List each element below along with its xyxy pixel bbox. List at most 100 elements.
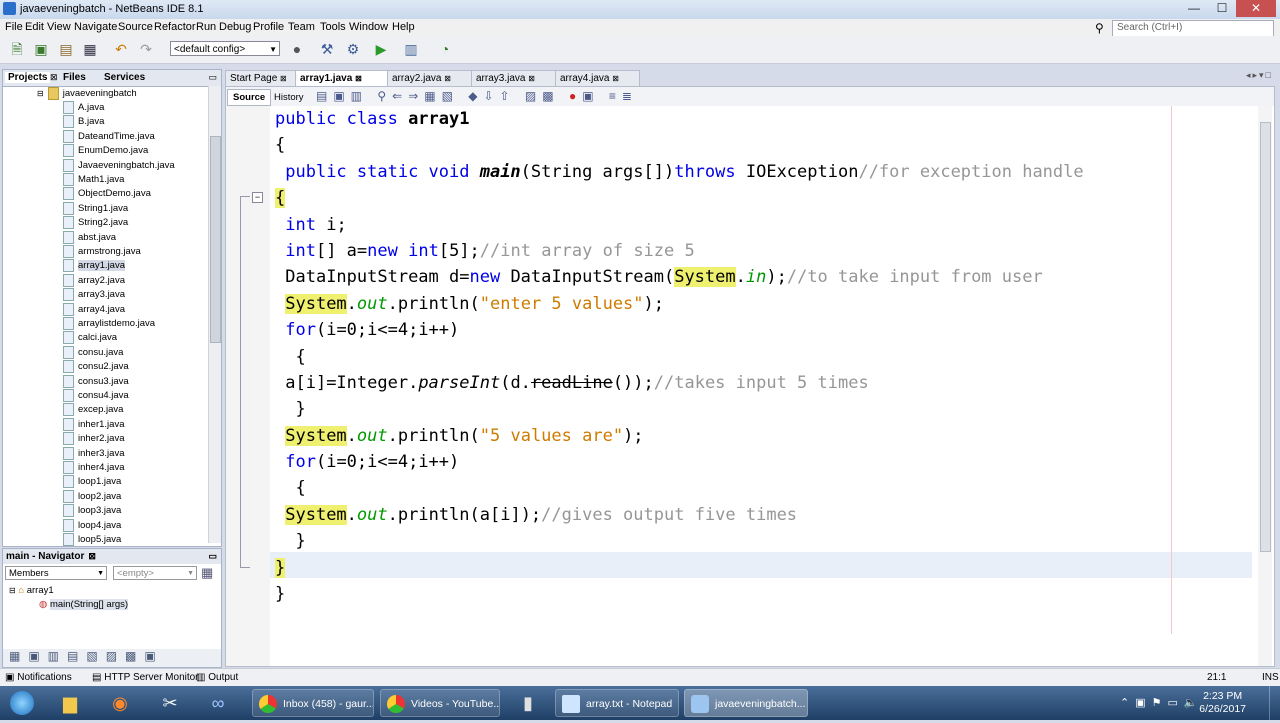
menu-team[interactable]: Team bbox=[288, 21, 315, 33]
file-item[interactable]: consu2.java bbox=[63, 360, 129, 374]
globe-icon[interactable]: ● bbox=[288, 41, 306, 58]
close-tab-icon[interactable]: ⊠ bbox=[88, 551, 96, 561]
undo-icon[interactable]: ↶ bbox=[112, 41, 130, 58]
file-explorer-icon[interactable]: ▆ bbox=[50, 689, 90, 717]
system-clock[interactable]: 2:23 PM 6/26/2017 bbox=[1199, 690, 1246, 716]
file-item[interactable]: Math1.java bbox=[63, 173, 124, 186]
tab-files[interactable]: Files bbox=[63, 72, 86, 83]
file-item[interactable]: ObjectDemo.java bbox=[63, 187, 151, 201]
tab-start-page[interactable]: Start Page ⊠ bbox=[225, 70, 301, 86]
show-desktop-button[interactable] bbox=[1269, 686, 1280, 720]
file-item[interactable]: String2.java bbox=[63, 216, 128, 230]
task-chrome-youtube[interactable]: Videos - YouTube... bbox=[380, 689, 500, 717]
profile-icon[interactable]: ◔ bbox=[436, 41, 454, 58]
file-item[interactable]: Javaeveningbatch.java bbox=[63, 158, 175, 172]
file-item[interactable]: array3.java bbox=[63, 288, 125, 302]
file-item[interactable]: array1.java bbox=[63, 259, 125, 273]
tab-array4[interactable]: array4.java ⊠ bbox=[555, 70, 640, 86]
task-chrome-inbox[interactable]: Inbox (458) - gaur... bbox=[252, 689, 374, 717]
output-tab[interactable]: ▥ Output bbox=[196, 672, 238, 683]
file-item[interactable]: array4.java bbox=[63, 302, 125, 316]
stop-macro-icon[interactable]: ● bbox=[569, 89, 582, 103]
minimize-button[interactable]: — bbox=[1180, 0, 1208, 17]
scroll-thumb[interactable] bbox=[210, 136, 221, 343]
tab-nav-arrows-icon[interactable]: ◂▸▾□ bbox=[1246, 70, 1273, 81]
code-editor[interactable]: − public class array1 { public static voi… bbox=[225, 106, 1275, 667]
file-item[interactable]: array2.java bbox=[63, 273, 125, 287]
tray-icons[interactable]: ⌃▣⚑▭🔈 bbox=[1120, 696, 1204, 709]
file-item[interactable]: inher2.java bbox=[63, 432, 124, 446]
run-icon[interactable]: ▶ bbox=[372, 41, 390, 58]
editor-actions-icons[interactable]: ▤▣▥ ⚲⇐⇒▦▧ ◆⇩⇧ ▨▩ ●▣ ≡≣ bbox=[316, 89, 638, 103]
source-button[interactable]: Source bbox=[227, 89, 272, 106]
tab-array1[interactable]: array1.java ⊠ bbox=[295, 70, 390, 86]
tab-services[interactable]: Services bbox=[104, 72, 145, 83]
notifications-tab[interactable]: ▣ Notifications bbox=[5, 672, 72, 683]
menu-refactor[interactable]: Refactor bbox=[154, 21, 196, 33]
file-item[interactable]: loop2.java bbox=[63, 489, 121, 503]
app-pin-icon[interactable]: ▮ bbox=[508, 689, 548, 717]
menu-help[interactable]: Help bbox=[392, 21, 415, 33]
file-item[interactable]: inher1.java bbox=[63, 417, 124, 431]
file-item[interactable]: consu4.java bbox=[63, 389, 129, 402]
redo-icon[interactable]: ↷ bbox=[137, 41, 155, 58]
menu-view[interactable]: View bbox=[47, 21, 71, 33]
close-tab-icon[interactable]: ⊠ bbox=[528, 74, 535, 83]
menu-source[interactable]: Source bbox=[118, 21, 153, 33]
file-item[interactable]: excep.java bbox=[63, 403, 123, 417]
menu-window[interactable]: Window bbox=[349, 21, 388, 33]
file-item[interactable]: consu3.java bbox=[63, 374, 129, 388]
menu-edit[interactable]: Edit bbox=[25, 21, 44, 33]
close-tab-icon[interactable]: ⊠ bbox=[444, 74, 451, 83]
file-item[interactable]: loop5.java bbox=[63, 533, 121, 546]
navigator-filter-toolbar[interactable]: ▦▣▥▤▧▨▩▣ bbox=[3, 649, 221, 667]
minimize-panel-icon[interactable]: ▭ bbox=[208, 549, 217, 564]
menu-file[interactable]: File bbox=[5, 21, 23, 33]
tool-app-icon[interactable]: ✂ bbox=[150, 689, 190, 717]
collapse-icon[interactable]: ⊟ bbox=[37, 89, 44, 98]
config-select[interactable]: <default config> ▼ bbox=[170, 41, 280, 56]
file-item[interactable]: calci.java bbox=[63, 331, 117, 345]
file-item[interactable]: arraylistdemo.java bbox=[63, 317, 155, 330]
close-tab-icon[interactable]: ⊠ bbox=[280, 74, 287, 83]
maximize-button[interactable]: ☐ bbox=[1208, 0, 1236, 17]
new-file-icon[interactable]: 🗎 bbox=[8, 41, 26, 58]
members-filter-select[interactable]: Members ▼ bbox=[5, 566, 107, 580]
tab-array2[interactable]: array2.java ⊠ bbox=[387, 70, 472, 86]
file-item[interactable]: EnumDemo.java bbox=[63, 144, 148, 158]
navigator-config-icon[interactable]: ▦ bbox=[201, 565, 213, 581]
build-hammer-icon[interactable]: ⚒ bbox=[318, 41, 336, 58]
tab-projects[interactable]: Projects bbox=[5, 72, 51, 83]
file-item[interactable]: armstrong.java bbox=[63, 245, 141, 258]
file-item[interactable]: consu.java bbox=[63, 345, 123, 359]
editor-scrollbar[interactable] bbox=[1258, 106, 1272, 666]
clean-build-icon[interactable]: ⚙ bbox=[344, 41, 362, 58]
scroll-thumb[interactable] bbox=[1260, 122, 1271, 552]
new-project-icon[interactable]: ▣ bbox=[32, 41, 50, 58]
file-item[interactable]: inher3.java bbox=[63, 446, 124, 460]
http-monitor-tab[interactable]: ▤ HTTP Server Monitor bbox=[92, 672, 199, 683]
history-button[interactable]: History bbox=[268, 89, 310, 106]
file-item[interactable]: B.java bbox=[63, 115, 104, 129]
menu-tools[interactable]: Tools bbox=[320, 21, 346, 33]
menu-debug[interactable]: Debug bbox=[219, 21, 251, 33]
project-root[interactable]: ⊟ javaeveningbatch bbox=[37, 87, 137, 100]
navigator-method-item[interactable]: ◍ main(String[] args) bbox=[39, 599, 129, 610]
menu-navigate[interactable]: Navigate bbox=[74, 21, 117, 33]
firefox-icon[interactable]: ◉ bbox=[100, 689, 140, 717]
empty-filter-select[interactable]: <empty> ▼ bbox=[113, 566, 197, 580]
close-tab-icon[interactable]: ⊠ bbox=[612, 74, 619, 83]
menu-run[interactable]: Run bbox=[196, 21, 216, 33]
network-app-icon[interactable]: ∞ bbox=[198, 689, 238, 717]
file-item[interactable]: String1.java bbox=[63, 201, 128, 215]
projects-scrollbar[interactable] bbox=[208, 86, 221, 543]
tab-array3[interactable]: array3.java ⊠ bbox=[471, 70, 556, 86]
navigator-class-item[interactable]: ⊟ ⌂ array1 bbox=[9, 585, 54, 596]
collapse-icon[interactable]: ⊟ bbox=[9, 586, 16, 595]
file-item[interactable]: DateandTime.java bbox=[63, 129, 155, 143]
fold-collapse-icon[interactable]: − bbox=[252, 192, 263, 203]
file-item[interactable]: inher4.java bbox=[63, 461, 124, 474]
file-item[interactable]: loop4.java bbox=[63, 518, 121, 532]
close-button[interactable]: ✕ bbox=[1236, 0, 1276, 17]
task-notepad[interactable]: array.txt - Notepad bbox=[555, 689, 679, 717]
